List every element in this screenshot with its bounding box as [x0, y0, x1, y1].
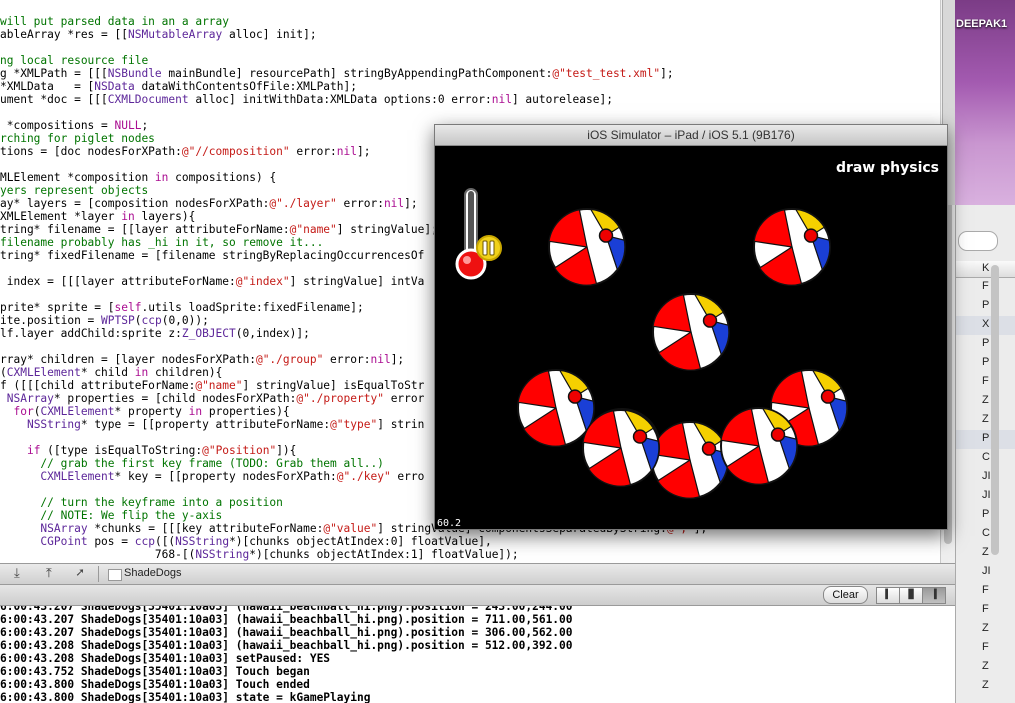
console-log-line: 6:00:43.208 ShadeDogs[35401:10a03] (hawa… — [0, 639, 573, 652]
code-line[interactable]: *XMLData = [NSData dataWithContentsOfFil… — [0, 80, 357, 93]
code-line[interactable]: *compositions = NULL; — [0, 119, 148, 132]
code-line[interactable]: MLElement *composition in compositions) … — [0, 171, 276, 184]
panel-column-header[interactable]: K — [956, 261, 1015, 278]
layout-right-pane-icon[interactable]: ▐ — [922, 587, 946, 604]
step-into-icon[interactable]: ⤓ — [14, 566, 20, 581]
panel-list-item[interactable]: F — [982, 375, 989, 387]
panel-list-item[interactable]: P — [982, 299, 989, 311]
panel-list-item[interactable]: Z — [982, 413, 989, 425]
debug-bar: ⤓ ⤒ ➚ ShadeDogs — [0, 563, 955, 585]
code-line[interactable]: ng local resource file — [0, 54, 148, 67]
desktop-background: DEEPAK1 — [955, 0, 1015, 205]
console-output[interactable]: 6:00:43.207 ShadeDogs[35401:10a03] (hawa… — [0, 606, 955, 703]
beachball[interactable] — [517, 369, 595, 447]
panel-list-item[interactable]: Z — [982, 546, 989, 558]
code-line[interactable]: ument *doc = [[[CXMLDocument alloc] init… — [0, 93, 613, 106]
code-line[interactable]: // turn the keyframe into a position — [0, 496, 282, 509]
code-line[interactable]: NSString* type = [[property attributeFor… — [0, 418, 424, 431]
console-log-line: 6:00:43.207 ShadeDogs[35401:10a03] (hawa… — [0, 613, 573, 626]
code-line[interactable]: filename probably has _hi in it, so remo… — [0, 236, 323, 249]
code-line[interactable]: 768-[(NSString*)[chunks objectAtIndex:1]… — [0, 548, 519, 561]
panel-scrollbar-thumb[interactable] — [991, 265, 999, 555]
code-line[interactable]: XMLElement *layer in layers){ — [0, 210, 195, 223]
code-line[interactable]: lf.layer addChild:sprite z:Z_OBJECT(0,in… — [0, 327, 310, 340]
code-line[interactable]: ableArray *res = [[NSMutableArray alloc]… — [0, 28, 317, 41]
beachball[interactable] — [548, 208, 626, 286]
panel-list-item[interactable]: Z — [982, 394, 989, 406]
beachball[interactable] — [652, 293, 730, 371]
code-line[interactable]: rray* children = [layer nodesForXPath:@"… — [0, 353, 404, 366]
beachball[interactable] — [720, 407, 798, 485]
code-line[interactable]: // grab the first key frame (TODO: Grab … — [0, 457, 384, 470]
code-line[interactable]: for(CXMLElement* property in properties)… — [0, 405, 289, 418]
code-line[interactable]: CGPoint pos = ccp([(NSString*)[chunks ob… — [0, 535, 491, 548]
console-log-line: 6:00:43.207 ShadeDogs[35401:10a03] (hawa… — [0, 606, 573, 613]
panel-list-item[interactable]: JI — [982, 489, 991, 501]
layout-left-pane-icon[interactable]: ▌ — [876, 587, 900, 604]
column-header-label: K — [982, 262, 990, 274]
target-icon — [108, 569, 122, 581]
beachball[interactable] — [753, 208, 831, 286]
panel-list-item[interactable]: F — [982, 603, 989, 615]
code-line[interactable]: ite.position = WPTSP(ccp(0,0)); — [0, 314, 209, 327]
beachball[interactable] — [582, 409, 660, 487]
game-canvas[interactable]: draw physics 60.2 — [435, 146, 947, 529]
code-line[interactable]: will put parsed data in an a array — [0, 15, 229, 28]
panel-list-item[interactable]: Z — [982, 622, 989, 634]
panel-list-item[interactable]: P — [982, 337, 989, 349]
code-line[interactable]: g *XMLPath = [[[NSBundle mainBundle] res… — [0, 67, 674, 80]
panel-list-item[interactable]: P — [982, 432, 989, 444]
panel-list-item[interactable]: C — [982, 527, 990, 539]
panel-list-item[interactable]: C — [982, 451, 990, 463]
fps-counter: 60.2 — [437, 518, 462, 529]
code-line[interactable]: ay* layers = [composition nodesForXPath:… — [0, 197, 418, 210]
code-line[interactable]: tring* filename = [[layer attributeForNa… — [0, 223, 438, 236]
ios-simulator-window[interactable]: iOS Simulator – iPad / iOS 5.1 (9B176) d… — [434, 124, 948, 530]
location-arrow-icon[interactable]: ➚ — [76, 566, 84, 581]
panel-list-item[interactable]: F — [982, 641, 989, 653]
panel-list-item[interactable]: F — [982, 584, 989, 596]
simulator-title: iOS Simulator – iPad / iOS 5.1 (9B176) — [587, 128, 795, 142]
code-line[interactable]: f ([[[child attributeForName:@"name"] st… — [0, 379, 424, 392]
console-log-line: 6:00:43.752 ShadeDogs[35401:10a03] Touch… — [0, 665, 310, 678]
console-log-line: 6:00:43.800 ShadeDogs[35401:10a03] Touch… — [0, 678, 310, 691]
clear-console-button[interactable]: Clear — [823, 586, 868, 604]
code-line[interactable]: yers represent objects — [0, 184, 148, 197]
panel-list-item[interactable]: X — [982, 318, 989, 330]
simulator-titlebar[interactable]: iOS Simulator – iPad / iOS 5.1 (9B176) — [435, 125, 947, 146]
panel-list-item[interactable]: P — [982, 356, 989, 368]
console-log-line: 6:00:43.800 ShadeDogs[35401:10a03] state… — [0, 691, 371, 703]
code-line[interactable]: index = [[[layer attributeForName:@"inde… — [0, 275, 425, 288]
code-line[interactable]: rching for piglet nodes — [0, 132, 155, 145]
layout-split-icon[interactable]: ▐▌ — [899, 587, 923, 604]
step-out-icon[interactable]: ⤒ — [46, 566, 52, 581]
code-line[interactable]: tions = [doc nodesForXPath:@"//compositi… — [0, 145, 371, 158]
panel-list-item[interactable]: Z — [982, 660, 989, 672]
panel-list-item[interactable]: Z — [982, 679, 989, 691]
beachball[interactable] — [651, 421, 729, 499]
desktop-volume-label[interactable]: DEEPAK1 — [956, 18, 1007, 30]
panel-list-item[interactable]: F — [982, 280, 989, 292]
beachball-layer — [517, 208, 848, 499]
code-line[interactable]: // NOTE: We flip the y-axis — [0, 509, 222, 522]
console-log-line: 6:00:43.207 ShadeDogs[35401:10a03] (hawa… — [0, 626, 573, 639]
debug-target-label[interactable]: ShadeDogs — [124, 567, 182, 579]
console-toolbar: Clear ▌ ▐▌ ▐ — [0, 585, 955, 606]
divider — [98, 566, 99, 582]
panel-search-field[interactable] — [958, 231, 998, 251]
code-line[interactable]: if ([type isEqualToString:@"Position"]){ — [0, 444, 296, 457]
panel-list-item[interactable]: JI — [982, 565, 991, 577]
panel-list-item[interactable]: JI — [982, 470, 991, 482]
code-line[interactable]: prite* sprite = [self.utils loadSprite:f… — [0, 301, 364, 314]
console-log-line: 6:00:43.208 ShadeDogs[35401:10a03] setPa… — [0, 652, 331, 665]
panel-list-item[interactable]: P — [982, 508, 989, 520]
utility-panel: K F P X P P F Z Z P C JI JI P C Z JI F F Z F Z Z — [955, 205, 1015, 703]
code-line[interactable]: NSArray* properties = [child nodesForXPa… — [0, 392, 425, 405]
code-line[interactable]: tring* fixedFilename = [filename stringB… — [0, 249, 424, 262]
code-line[interactable]: (CXMLElement* child in children){ — [0, 366, 222, 379]
code-line[interactable]: CXMLElement* key = [[property nodesForXP… — [0, 470, 424, 483]
